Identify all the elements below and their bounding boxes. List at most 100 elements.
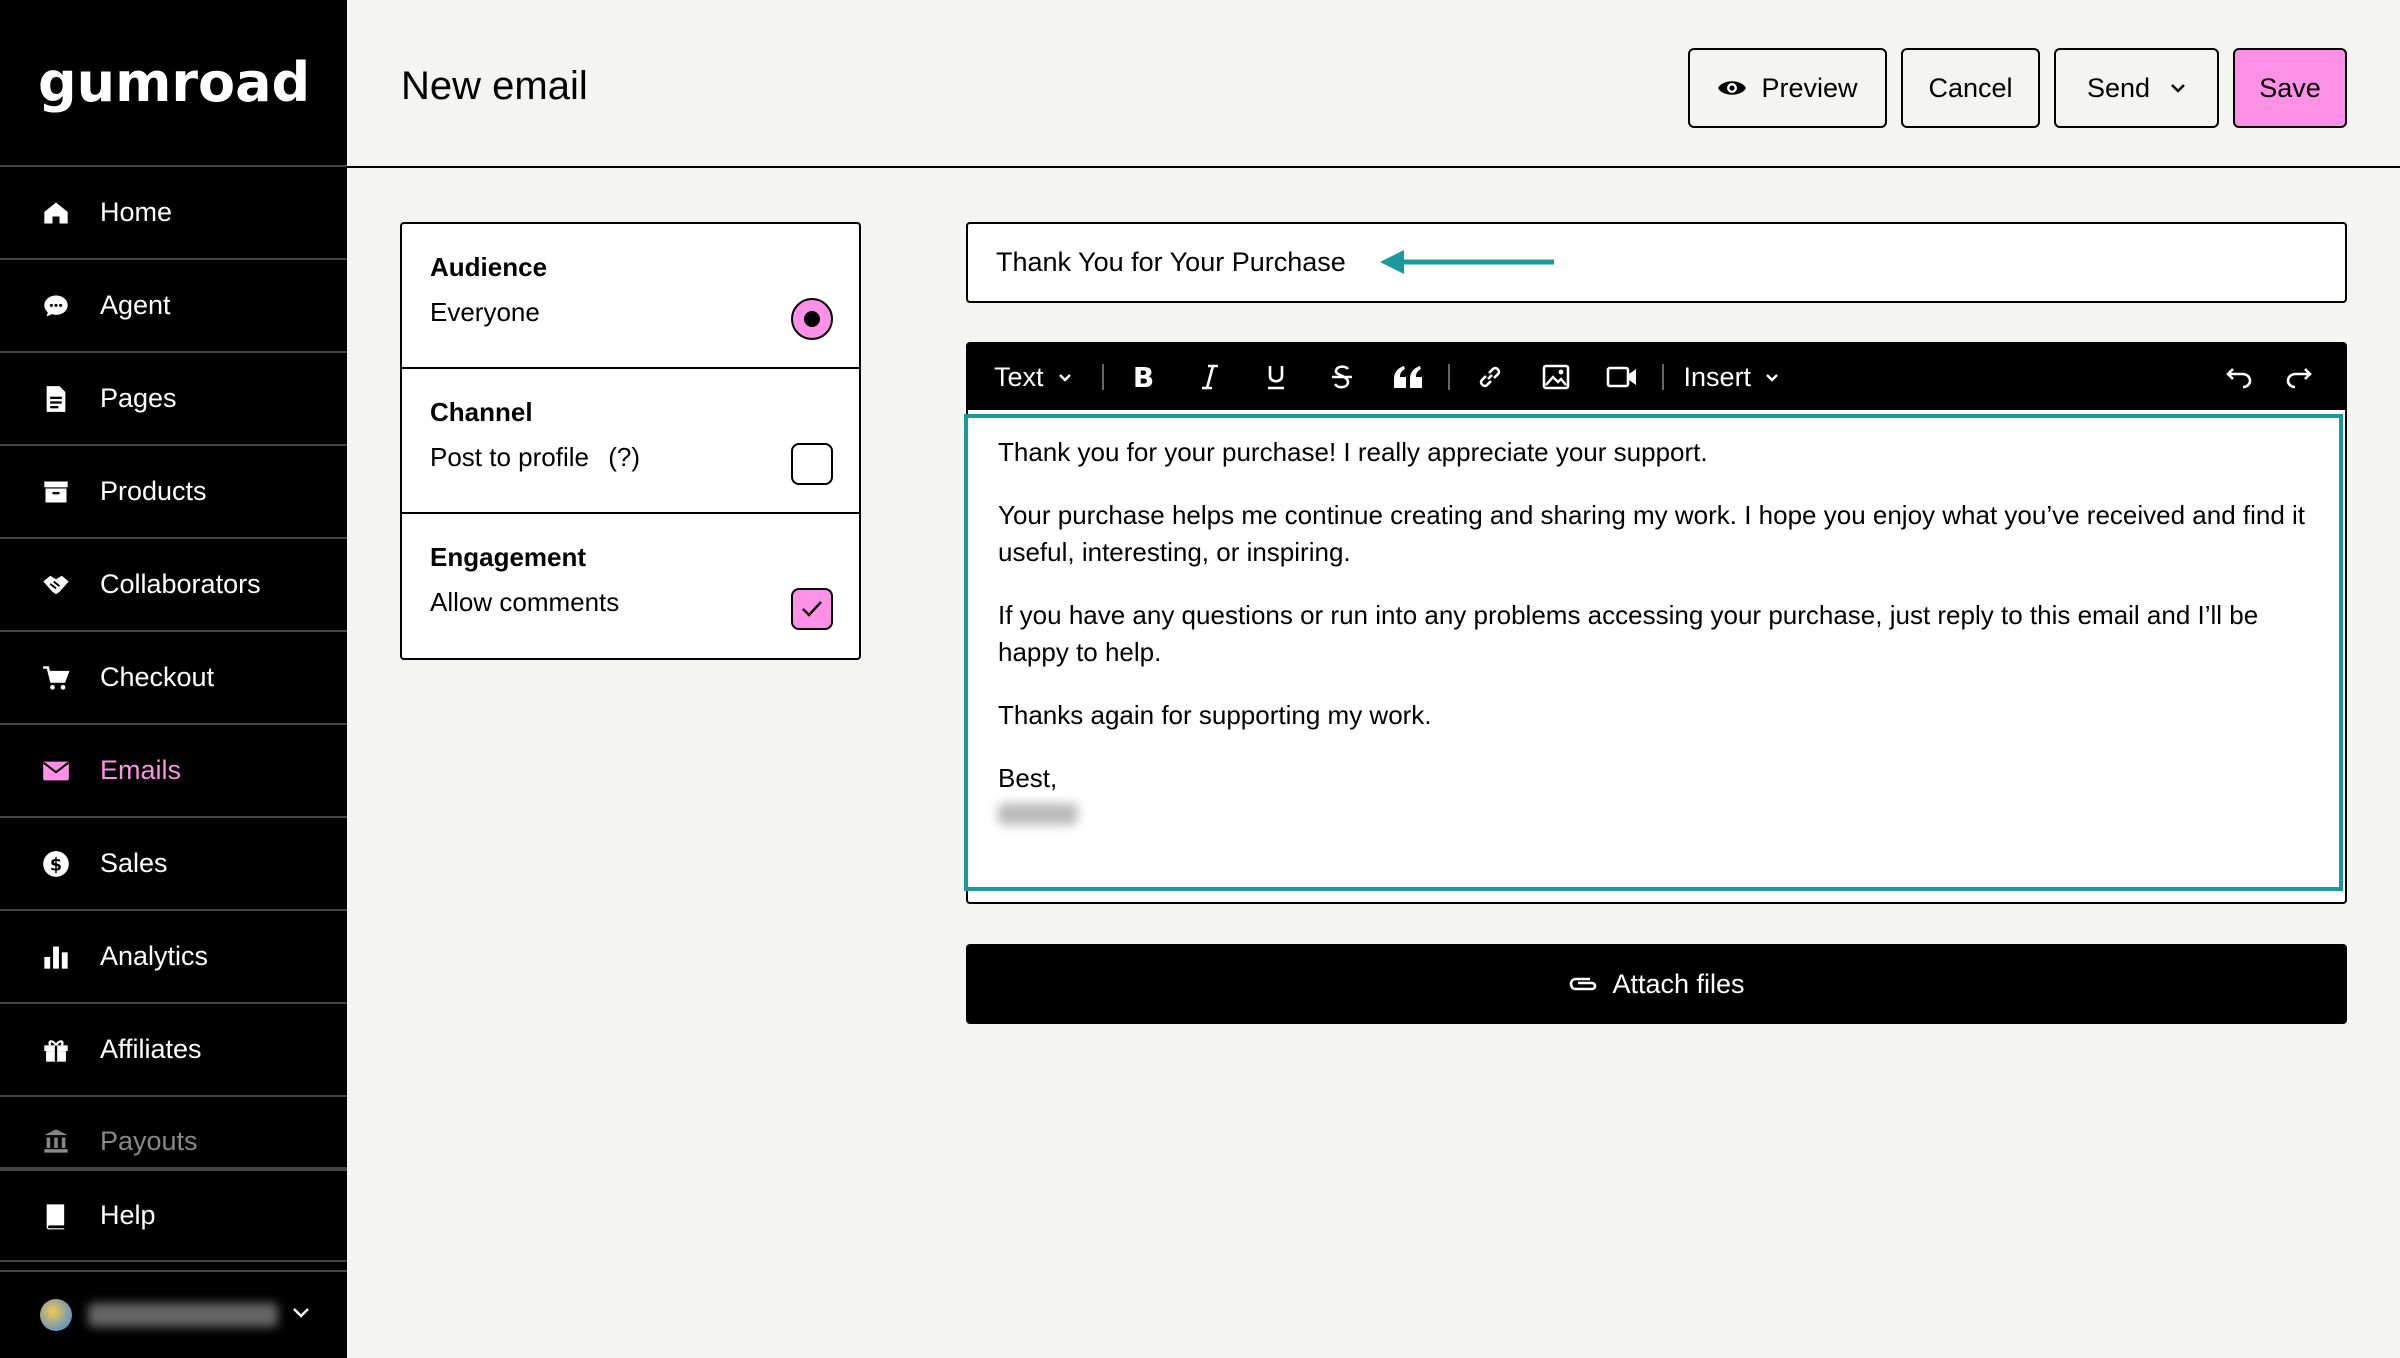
email-settings-card: Audience Everyone Channel Post to profil… — [400, 222, 861, 660]
preview-label: Preview — [1761, 72, 1858, 103]
quote-button[interactable] — [1388, 357, 1428, 397]
history-controls — [2219, 357, 2319, 397]
closing-line: Best, — [998, 763, 1058, 793]
sidebar-item-label: Analytics — [100, 941, 209, 971]
image-button[interactable] — [1536, 357, 1576, 397]
body-paragraph: If you have any questions or run into an… — [998, 600, 2259, 667]
strikethrough-icon — [1331, 365, 1352, 389]
chat-bubble-icon — [40, 290, 72, 322]
preview-button[interactable]: Preview — [1688, 48, 1887, 128]
avatar — [40, 1299, 72, 1331]
italic-button[interactable] — [1190, 357, 1230, 397]
sidebar-item-sales[interactable]: $ Sales — [0, 818, 347, 911]
attach-files-label: Attach files — [1612, 968, 1745, 999]
sidebar-item-label: Affiliates — [100, 1034, 202, 1064]
svg-text:$: $ — [50, 855, 62, 875]
handshake-icon — [40, 569, 72, 601]
allow-comments-checkbox[interactable] — [791, 588, 833, 630]
insert-dropdown[interactable]: Insert — [1684, 357, 1780, 397]
undo-button[interactable] — [2219, 357, 2259, 397]
book-icon — [40, 1200, 72, 1232]
home-icon — [40, 197, 72, 229]
dollar-circle-icon: $ — [40, 848, 72, 880]
video-icon — [1606, 366, 1636, 388]
sidebar-item-collaborators[interactable]: Collaborators — [0, 539, 347, 632]
body-paragraph: Your purchase helps me continue creating… — [998, 500, 2306, 567]
sidebar-item-label: Emails — [100, 755, 182, 785]
annotation-arrow — [1380, 250, 1554, 274]
cancel-button[interactable]: Cancel — [1901, 48, 2040, 128]
checkmark-icon — [802, 601, 822, 617]
redo-button[interactable] — [2279, 357, 2319, 397]
underline-icon — [1267, 366, 1284, 390]
email-body-content[interactable]: Thank you for your purchase! I really ap… — [964, 414, 2343, 891]
send-button[interactable]: Send — [2054, 48, 2219, 128]
engagement-value: Allow comments — [430, 587, 620, 617]
sidebar-item-pages[interactable]: Pages — [0, 353, 347, 446]
link-button[interactable] — [1470, 357, 1510, 397]
document-icon — [40, 383, 72, 415]
insert-label: Insert — [1683, 361, 1752, 392]
sidebar-item-products[interactable]: Products — [0, 446, 347, 539]
attach-files-button[interactable]: Attach files — [966, 944, 2347, 1024]
page-header: New email Preview Cancel Send Save — [347, 7, 2400, 168]
sidebar-item-payouts[interactable]: Payouts — [0, 1097, 347, 1169]
audience-heading: Audience — [430, 252, 548, 282]
link-icon — [1479, 366, 1500, 388]
signature-redacted — [998, 803, 1078, 825]
redo-icon — [2286, 368, 2312, 389]
bold-icon: B — [1132, 360, 1155, 394]
post-to-profile-checkbox[interactable] — [791, 443, 833, 485]
video-button[interactable] — [1602, 357, 1642, 397]
help-tooltip-icon[interactable]: (?) — [608, 442, 640, 472]
sidebar-item-affiliates[interactable]: Affiliates — [0, 1004, 347, 1097]
sidebar-item-label: Agent — [100, 290, 171, 320]
subject-input[interactable]: Thank You for Your Purchase — [966, 222, 2347, 303]
sidebar-item-checkout[interactable]: Checkout — [0, 632, 347, 725]
bar-chart-icon — [40, 941, 72, 973]
text-style-dropdown[interactable]: Text — [994, 357, 1072, 397]
quote-icon — [1393, 366, 1422, 388]
sidebar-item-label: Payouts — [100, 1126, 198, 1156]
chevron-down-icon — [1766, 373, 1778, 382]
italic-icon — [1201, 364, 1218, 390]
underline-button[interactable] — [1256, 357, 1296, 397]
account-menu[interactable] — [0, 1270, 347, 1358]
body-paragraph: Thank you for your purchase! I really ap… — [998, 437, 1708, 467]
sidebar-item-help[interactable]: Help — [0, 1169, 347, 1262]
sidebar-item-label: Sales — [100, 848, 168, 878]
email-body-editor: Text B Insert Thank you for your purchas… — [964, 342, 2347, 904]
chevron-down-icon — [2170, 83, 2186, 93]
channel-value: Post to profile (?) — [430, 442, 831, 473]
toolbar-divider — [1447, 364, 1450, 390]
save-button[interactable]: Save — [2233, 48, 2347, 128]
sidebar-item-emails[interactable]: Emails — [0, 725, 347, 818]
bold-button[interactable]: B — [1124, 357, 1164, 397]
eye-icon — [1717, 78, 1747, 98]
sidebar-item-label: Collaborators — [100, 569, 261, 599]
strikethrough-button[interactable] — [1322, 357, 1362, 397]
engagement-section: Engagement Allow comments — [402, 514, 859, 659]
engagement-heading: Engagement — [430, 542, 587, 572]
paperclip-icon — [1568, 973, 1598, 995]
header-actions: Preview Cancel Send Save — [1688, 48, 2347, 128]
editor-toolbar: Text B Insert — [968, 344, 2345, 410]
text-style-label: Text — [994, 361, 1044, 392]
chevron-down-icon — [1058, 373, 1071, 382]
sidebar-item-label: Pages — [100, 383, 177, 413]
radio-dot — [804, 311, 820, 327]
audience-section: Audience Everyone — [402, 224, 859, 369]
sidebar-item-agent[interactable]: Agent — [0, 260, 347, 353]
sidebar-item-analytics[interactable]: Analytics — [0, 911, 347, 1004]
body-paragraph: Thanks again for supporting my work. — [998, 700, 1432, 730]
gumroad-logo[interactable]: GUMROAD — [0, 0, 347, 167]
audience-everyone-radio[interactable] — [791, 298, 833, 340]
logo-text: GUMROAD — [38, 51, 311, 114]
save-label: Save — [2259, 72, 2321, 103]
sidebar-item-home[interactable]: Home — [0, 167, 347, 260]
toolbar-divider — [1661, 364, 1664, 390]
send-label: Send — [2086, 72, 2151, 103]
audience-value: Everyone — [430, 297, 540, 327]
sidebar-item-label: Checkout — [100, 662, 215, 692]
account-name-redacted — [88, 1303, 278, 1327]
